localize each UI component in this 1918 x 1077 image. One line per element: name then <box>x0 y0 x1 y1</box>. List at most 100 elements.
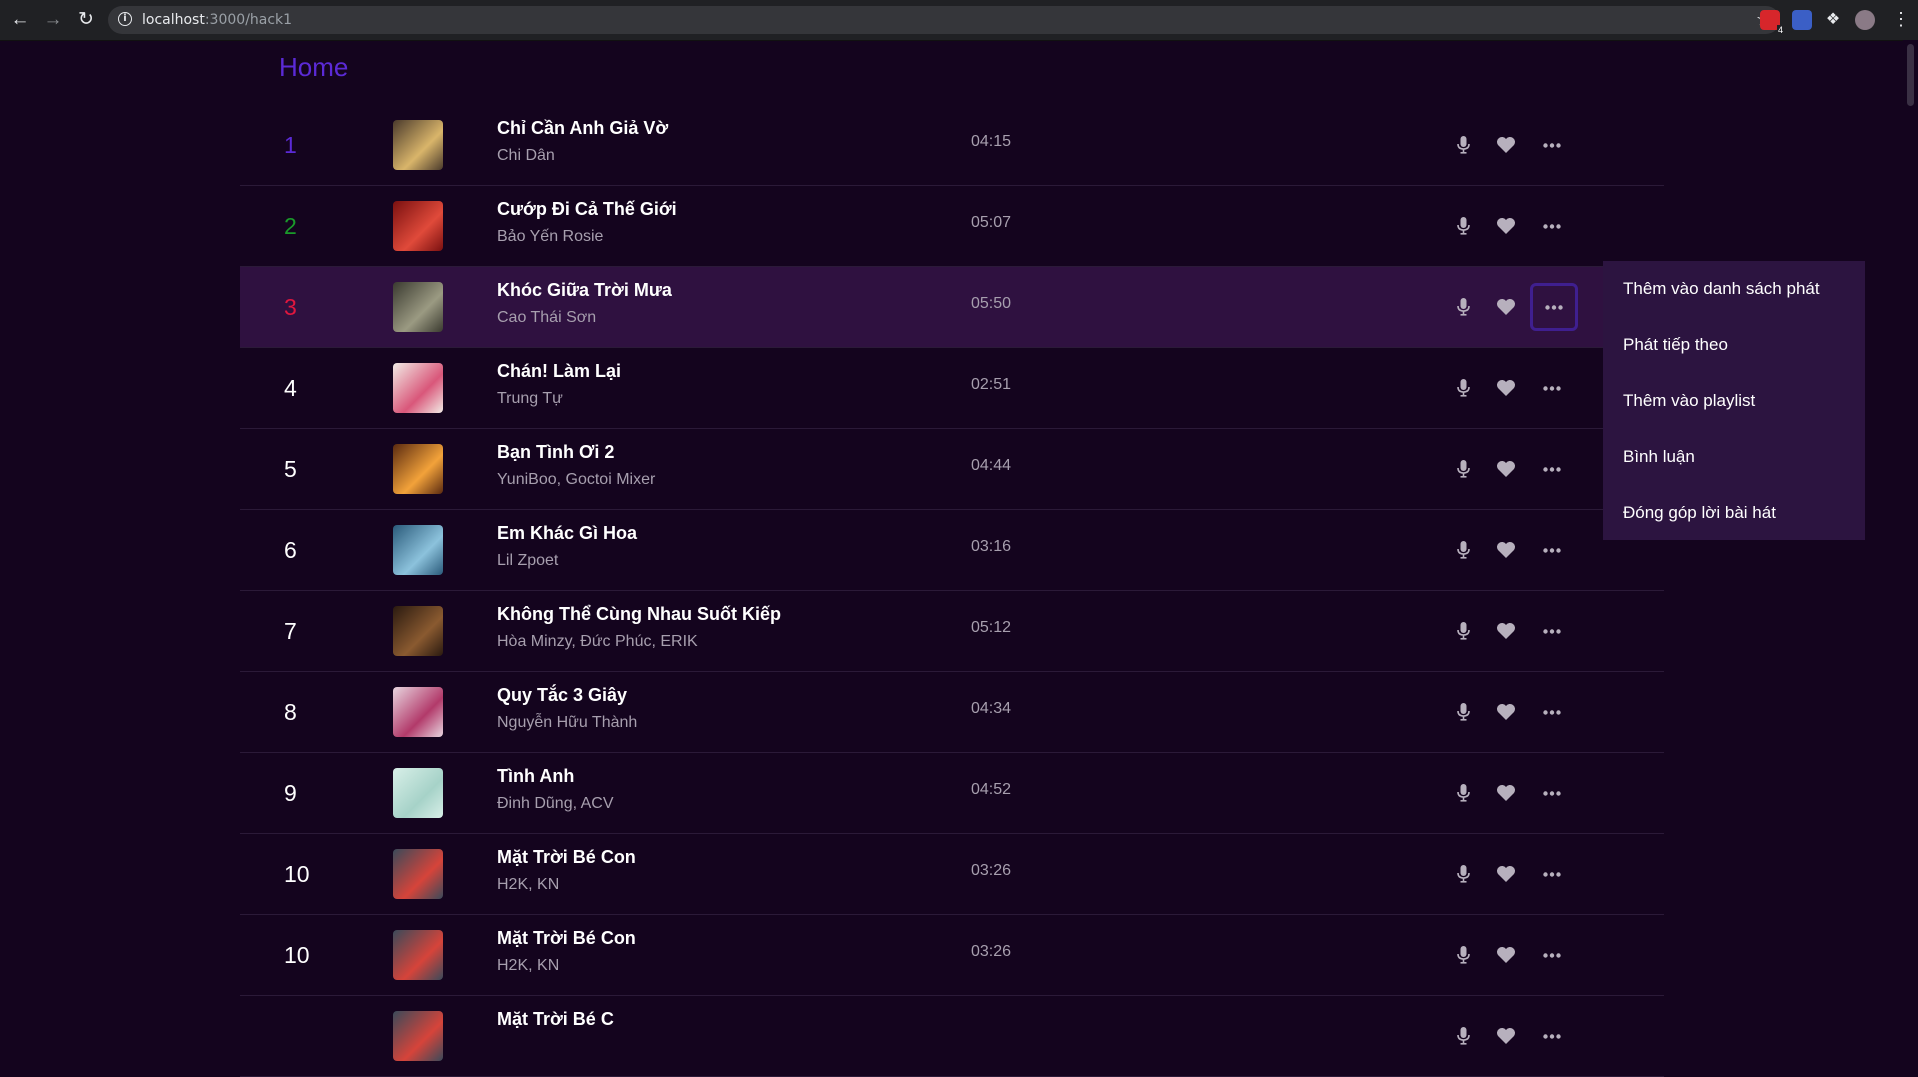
scrollbar-thumb[interactable] <box>1907 44 1914 106</box>
more-dots-icon[interactable] <box>1534 451 1570 487</box>
song-title[interactable]: Không Thể Cùng Nhau Suốt Kiếp <box>497 604 781 625</box>
menu-item[interactable]: Đóng góp lời bài hát <box>1603 493 1865 549</box>
song-artist[interactable]: YuniBoo, Goctoi Mixer <box>497 471 655 489</box>
profile-avatar[interactable] <box>1855 10 1875 30</box>
album-art[interactable] <box>393 687 443 737</box>
song-row[interactable]: 7 Không Thể Cùng Nhau Suốt Kiếp Hòa Minzy,… <box>240 591 1664 672</box>
song-artist[interactable]: H2K, KN <box>497 957 559 975</box>
microphone-icon[interactable] <box>1445 613 1481 649</box>
album-art[interactable] <box>393 930 443 980</box>
menu-item[interactable]: Bình luận <box>1603 437 1865 493</box>
extension-icon[interactable]: 4 <box>1760 10 1784 35</box>
song-title[interactable]: Tình Anh <box>497 766 574 787</box>
microphone-icon[interactable] <box>1445 937 1481 973</box>
heart-icon[interactable] <box>1488 532 1524 568</box>
menu-item[interactable]: Thêm vào playlist <box>1603 381 1865 437</box>
album-art[interactable] <box>393 525 443 575</box>
microphone-icon[interactable] <box>1445 451 1481 487</box>
more-dots-icon[interactable] <box>1534 694 1570 730</box>
more-dots-icon[interactable] <box>1534 370 1570 406</box>
heart-icon[interactable] <box>1488 208 1524 244</box>
song-title[interactable]: Khóc Giữa Trời Mưa <box>497 280 672 301</box>
menu-item[interactable]: Phát tiếp theo <box>1603 325 1865 381</box>
song-artist[interactable]: H2K, KN <box>497 876 559 894</box>
scrollbar-track[interactable] <box>1903 40 1918 1018</box>
album-art[interactable] <box>393 282 443 332</box>
more-dots-icon[interactable] <box>1534 532 1570 568</box>
heart-icon[interactable] <box>1488 775 1524 811</box>
more-dots-icon[interactable] <box>1530 283 1578 331</box>
heart-icon[interactable] <box>1488 451 1524 487</box>
microphone-icon[interactable] <box>1445 127 1481 163</box>
more-dots-icon[interactable] <box>1534 127 1570 163</box>
microphone-icon[interactable] <box>1445 370 1481 406</box>
song-artist[interactable]: Cao Thái Sơn <box>497 309 596 327</box>
song-row[interactable]: 8 Quy Tắc 3 Giây Nguyễn Hữu Thành 04:34 <box>240 672 1664 753</box>
song-row[interactable]: 5 Bạn Tình Ơi 2 YuniBoo, Goctoi Mixer 04:44 <box>240 429 1664 510</box>
song-title[interactable]: Chán! Làm Lại <box>497 361 621 382</box>
song-row[interactable]: 2 Cướp Đi Cả Thế Giới Bảo Yến Rosie 05:07 <box>240 186 1664 267</box>
song-title[interactable]: Mặt Trời Bé C <box>497 1009 614 1030</box>
more-dots-icon[interactable] <box>1534 208 1570 244</box>
microphone-icon[interactable] <box>1445 208 1481 244</box>
heart-icon[interactable] <box>1488 694 1524 730</box>
song-title[interactable]: Quy Tắc 3 Giây <box>497 685 627 706</box>
album-art[interactable] <box>393 1011 443 1061</box>
reload-icon[interactable]: ↻ <box>74 8 98 32</box>
album-art[interactable] <box>393 201 443 251</box>
album-art[interactable] <box>393 444 443 494</box>
more-dots-icon[interactable] <box>1534 1018 1570 1054</box>
browser-menu-icon[interactable]: ⋮ <box>1892 9 1910 29</box>
song-row[interactable]: 9 Tình Anh Đinh Dũng, ACV 04:52 <box>240 753 1664 834</box>
heart-icon[interactable] <box>1488 613 1524 649</box>
song-artist[interactable]: Lil Zpoet <box>497 552 558 570</box>
heart-icon[interactable] <box>1488 370 1524 406</box>
microphone-icon[interactable] <box>1445 856 1481 892</box>
song-artist[interactable]: Nguyễn Hữu Thành <box>497 714 637 732</box>
url-text[interactable]: localhost:3000/hack1 <box>142 11 292 29</box>
more-dots-icon[interactable] <box>1534 613 1570 649</box>
menu-item[interactable]: Thêm vào danh sách phát <box>1603 269 1865 325</box>
song-title[interactable]: Chỉ Cần Anh Giả Vờ <box>497 118 668 139</box>
song-artist[interactable]: Chi Dân <box>497 147 555 165</box>
song-row[interactable]: 1 Chỉ Cần Anh Giả Vờ Chi Dân 04:15 <box>240 105 1664 186</box>
song-artist[interactable]: Bảo Yến Rosie <box>497 228 603 246</box>
microphone-icon[interactable] <box>1445 694 1481 730</box>
song-row[interactable]: 10 Mặt Trời Bé Con H2K, KN 03:26 <box>240 915 1664 996</box>
heart-icon[interactable] <box>1488 937 1524 973</box>
microphone-icon[interactable] <box>1445 532 1481 568</box>
song-row[interactable]: 10 Mặt Trời Bé Con H2K, KN 03:26 <box>240 834 1664 915</box>
address-bar[interactable]: i localhost:3000/hack1 ☆ <box>108 6 1780 34</box>
more-dots-icon[interactable] <box>1534 937 1570 973</box>
song-title[interactable]: Em Khác Gì Hoa <box>497 523 637 544</box>
heart-icon[interactable] <box>1488 127 1524 163</box>
microphone-icon[interactable] <box>1445 289 1481 325</box>
song-row[interactable]: Mặt Trời Bé C <box>240 996 1664 1077</box>
home-link[interactable]: Home <box>279 52 348 83</box>
heart-icon[interactable] <box>1488 856 1524 892</box>
heart-icon[interactable] <box>1488 289 1524 325</box>
album-art[interactable] <box>393 120 443 170</box>
song-title[interactable]: Cướp Đi Cả Thế Giới <box>497 199 677 220</box>
song-artist[interactable]: Trung Tự <box>497 390 563 408</box>
back-icon[interactable]: ← <box>8 8 32 32</box>
translate-extension-icon[interactable] <box>1792 10 1812 30</box>
song-title[interactable]: Mặt Trời Bé Con <box>497 847 636 868</box>
song-artist[interactable]: Hòa Minzy, Đức Phúc, ERIK <box>497 633 698 651</box>
song-row[interactable]: 3 Khóc Giữa Trời Mưa Cao Thái Sơn 05:50 <box>240 267 1664 348</box>
microphone-icon[interactable] <box>1445 775 1481 811</box>
site-info-icon[interactable]: i <box>118 12 132 26</box>
song-title[interactable]: Mặt Trời Bé Con <box>497 928 636 949</box>
puzzle-extensions-icon[interactable]: ❖ <box>1823 10 1843 30</box>
album-art[interactable] <box>393 606 443 656</box>
song-row[interactable]: 6 Em Khác Gì Hoa Lil Zpoet 03:16 <box>240 510 1664 591</box>
album-art[interactable] <box>393 849 443 899</box>
more-dots-icon[interactable] <box>1534 775 1570 811</box>
forward-icon[interactable]: → <box>41 8 65 32</box>
song-row[interactable]: 4 Chán! Làm Lại Trung Tự 02:51 <box>240 348 1664 429</box>
song-artist[interactable]: Đinh Dũng, ACV <box>497 795 614 813</box>
more-dots-icon[interactable] <box>1534 856 1570 892</box>
heart-icon[interactable] <box>1488 1018 1524 1054</box>
album-art[interactable] <box>393 363 443 413</box>
microphone-icon[interactable] <box>1445 1018 1481 1054</box>
